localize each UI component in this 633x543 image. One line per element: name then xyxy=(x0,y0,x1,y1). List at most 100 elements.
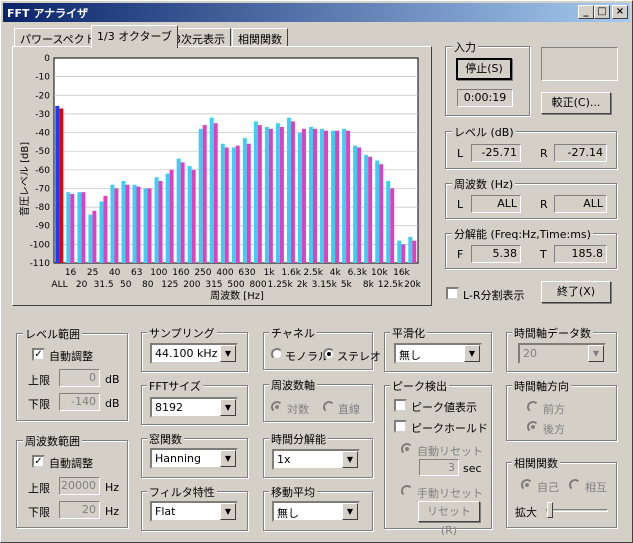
bar-200-L xyxy=(187,166,192,263)
moving-avg-select[interactable]: 無し ▼ xyxy=(272,501,360,522)
zoom-slider-thumb[interactable] xyxy=(547,502,553,518)
backward-label: 後方 xyxy=(543,423,565,436)
x-tick-label: 40 xyxy=(109,268,121,278)
x-tick-label: 200 xyxy=(183,280,200,290)
bar-25-R xyxy=(92,210,97,263)
x-tick-label: 16k xyxy=(393,268,410,278)
time-data-select[interactable]: 20 ▼ xyxy=(518,343,606,364)
close-button[interactable]: × xyxy=(612,5,628,19)
reset-button[interactable]: リセット(R) xyxy=(418,501,480,537)
x-tick-label: 125 xyxy=(161,280,178,290)
time-res-select[interactable]: 1x ▼ xyxy=(272,449,360,470)
mono-radio[interactable] xyxy=(271,348,283,360)
title-bar[interactable]: FFT アナライザ _ □ × xyxy=(3,3,630,22)
freq-r-label: R xyxy=(540,198,548,211)
zoom-label: 拡大 xyxy=(515,506,537,519)
bar-16k-L xyxy=(397,240,402,263)
smoothing-select[interactable]: 無し ▼ xyxy=(394,343,482,364)
tab-third-octave[interactable]: 1/3 オクターブ xyxy=(91,25,178,48)
cross-corr-label: 相互 xyxy=(585,481,607,494)
res-f-label: F xyxy=(457,248,464,261)
dropdown-arrow-icon: ▼ xyxy=(342,451,358,468)
stereo-radio[interactable] xyxy=(323,348,335,360)
x-tick-label: 16 xyxy=(65,268,77,278)
level-l-value: -25.71 xyxy=(471,144,521,162)
x-tick-label: 63 xyxy=(131,268,142,278)
stop-button[interactable]: 停止(S) xyxy=(456,58,512,80)
bar-10k-L xyxy=(375,160,380,263)
filter-title: フィルタ特性 xyxy=(147,484,217,500)
zoom-slider-track[interactable] xyxy=(546,509,608,512)
bar-2.5k-L xyxy=(309,126,313,263)
input-group-title: 入力 xyxy=(452,39,478,55)
filter-select[interactable]: Flat ▼ xyxy=(150,501,238,522)
bar-2.5k-R xyxy=(312,128,317,263)
bar-800-L xyxy=(253,121,258,263)
window-fn-select[interactable]: Hanning ▼ xyxy=(150,448,238,469)
bar-6.3k-R xyxy=(357,147,362,263)
peak-show-checkbox[interactable] xyxy=(394,399,407,412)
x-tick-label: 800 xyxy=(249,280,266,290)
bar-2k-R xyxy=(301,128,306,263)
auto-corr-radio[interactable] xyxy=(521,479,533,491)
dropdown-arrow-icon: ▼ xyxy=(220,345,236,362)
smoothing-title: 平滑化 xyxy=(390,325,427,341)
x-tick-label: 5k xyxy=(341,280,353,290)
bar-630-L xyxy=(242,138,247,263)
freq-lower-label: 下限 xyxy=(28,506,50,519)
manual-reset-radio[interactable] xyxy=(401,485,413,497)
calibrate-button[interactable]: 較正(C)... xyxy=(541,92,611,114)
y-tick-label: -60 xyxy=(35,166,50,176)
x-tick-label: 160 xyxy=(172,268,189,278)
freq-lower-input[interactable]: 20 xyxy=(59,501,100,519)
bar-800-R xyxy=(257,125,262,263)
forward-radio[interactable] xyxy=(527,401,539,413)
maximize-button[interactable]: □ xyxy=(594,5,610,19)
bar-1.6k-R xyxy=(290,121,295,263)
freq-upper-input[interactable]: 20000 xyxy=(59,477,100,495)
level-auto-label: 自動調整 xyxy=(49,350,93,363)
level-lower-input[interactable]: -140 xyxy=(59,393,100,411)
bar-20-R xyxy=(81,192,86,263)
auto-reset-radio[interactable] xyxy=(401,443,413,455)
freq-r-value: ALL xyxy=(554,195,607,213)
bar-1.25k-L xyxy=(275,123,280,264)
log-axis-label: 対数 xyxy=(287,403,309,416)
x-tick-label: 1k xyxy=(264,268,276,278)
y-tick-label: -30 xyxy=(35,110,50,120)
bar-20k-L xyxy=(408,236,413,263)
linear-axis-radio[interactable] xyxy=(323,401,335,413)
peak-hold-label: ピークホールド xyxy=(411,422,488,435)
backward-radio[interactable] xyxy=(527,421,539,433)
lr-split-checkbox[interactable] xyxy=(446,287,459,300)
level-upper-unit: dB xyxy=(105,373,120,386)
level-upper-input[interactable]: 0 xyxy=(59,369,100,387)
tab-correlation[interactable]: 相関関数 xyxy=(232,28,288,47)
log-axis-radio[interactable] xyxy=(271,401,283,413)
bar-12.5k-R xyxy=(390,188,395,263)
smoothing-value: 無し xyxy=(399,349,421,362)
auto-corr-label: 自己 xyxy=(537,481,559,494)
peak-hold-checkbox[interactable] xyxy=(394,420,407,433)
minimize-button[interactable]: _ xyxy=(578,5,594,19)
sampling-select[interactable]: 44.100 kHz ▼ xyxy=(150,343,238,364)
level-r-value: -27.14 xyxy=(554,144,607,162)
level-auto-checkbox[interactable]: ✓ xyxy=(32,348,45,361)
x-tick-label: 8k xyxy=(363,280,375,290)
fft-size-select[interactable]: 8192 ▼ xyxy=(150,397,238,418)
cross-corr-radio[interactable] xyxy=(569,479,581,491)
bar-500-L xyxy=(231,147,236,263)
bar-ALL-L xyxy=(55,105,60,264)
freq-auto-checkbox[interactable]: ✓ xyxy=(32,455,45,468)
exit-button[interactable]: 終了(X) xyxy=(541,281,611,303)
bar-50-R xyxy=(125,184,130,263)
x-tick-label: ALL xyxy=(51,280,67,290)
x-tick-label: 630 xyxy=(238,268,255,278)
resolution-group-title: 分解能 (Freq:Hz,Time:ms) xyxy=(452,226,593,242)
reset-seconds-input[interactable]: 3 xyxy=(419,459,459,476)
bar-16-L xyxy=(66,192,71,263)
window-fn-title: 窓関数 xyxy=(147,431,184,447)
bar-31.5-R xyxy=(103,195,108,263)
time-res-value: 1x xyxy=(277,453,291,466)
freq-axis-title: 周波数軸 xyxy=(269,377,317,393)
